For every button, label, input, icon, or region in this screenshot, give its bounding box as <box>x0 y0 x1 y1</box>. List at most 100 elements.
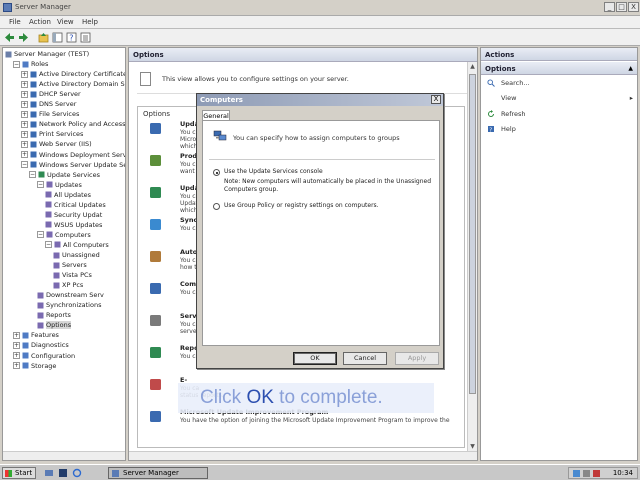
tree-horizontal-scrollbar[interactable] <box>3 451 125 460</box>
server-manager-quicklaunch-icon[interactable] <box>44 468 54 478</box>
tree-item-label: Active Directory Domain Se <box>39 80 126 89</box>
apply-button[interactable]: Apply <box>395 352 439 365</box>
dialog-close-button[interactable]: X <box>431 95 441 104</box>
tree-item[interactable]: Servers <box>53 261 87 271</box>
tree-item[interactable]: − Computers <box>37 231 91 241</box>
properties-icon[interactable] <box>80 32 91 43</box>
tree-item[interactable]: Server Manager (TEST) <box>5 50 89 60</box>
menu-action[interactable]: Action <box>29 18 51 26</box>
menu-file[interactable]: File <box>9 18 21 26</box>
radio-update-services-console-label[interactable]: Use the Update Services console <box>224 168 323 176</box>
expand-icon[interactable]: + <box>13 362 20 370</box>
tree-item[interactable]: Security Updat <box>45 211 102 221</box>
tree-node-icon <box>37 302 44 309</box>
tree-item[interactable]: + Web Server (IIS) <box>21 140 92 150</box>
expand-icon[interactable]: + <box>21 70 28 78</box>
expand-icon[interactable]: + <box>21 110 28 118</box>
expand-icon[interactable]: + <box>21 80 28 88</box>
tree-item[interactable]: + DHCP Server <box>21 90 81 100</box>
network-icon[interactable] <box>573 470 580 477</box>
tree-item[interactable]: Options <box>37 321 72 331</box>
collapse-icon[interactable]: − <box>29 171 36 179</box>
tree-node-icon <box>30 111 37 118</box>
back-arrow-icon[interactable] <box>4 32 15 43</box>
menu-view[interactable]: View <box>57 18 74 26</box>
tree-item[interactable]: + File Services <box>21 110 79 120</box>
tree-item[interactable]: WSUS Updates <box>45 221 102 231</box>
tree-item[interactable]: Unassigned <box>53 251 100 261</box>
tree-item[interactable]: + Features <box>13 331 59 341</box>
horizontal-scrollbar[interactable] <box>129 451 477 460</box>
collapse-arrow-icon[interactable]: ▲ <box>628 65 633 72</box>
scroll-up-icon[interactable]: ▲ <box>469 63 476 71</box>
show-hide-tree-icon[interactable] <box>52 32 63 43</box>
menu-help[interactable]: Help <box>82 18 98 26</box>
collapse-icon[interactable]: − <box>45 241 52 249</box>
internet-explorer-icon[interactable] <box>72 468 82 478</box>
action-refresh[interactable]: Refresh <box>487 110 526 121</box>
tree-item[interactable]: + Active Directory Domain Se <box>21 80 126 90</box>
tree-item[interactable]: Vista PCs <box>53 271 92 281</box>
tree-item[interactable]: + DNS Server <box>21 100 76 110</box>
radio-group-policy[interactable] <box>213 203 220 210</box>
close-button[interactable]: X <box>628 2 639 12</box>
tree-item[interactable]: − Update Services <box>29 171 100 181</box>
tree-item[interactable]: − All Computers <box>45 241 109 251</box>
expand-icon[interactable]: + <box>13 352 20 359</box>
volume-icon[interactable] <box>583 470 590 477</box>
tree-item[interactable]: + Network Policy and Access <box>21 120 125 130</box>
expand-icon[interactable]: + <box>21 100 28 108</box>
expand-icon[interactable]: + <box>21 120 28 128</box>
expand-icon[interactable]: + <box>21 140 28 148</box>
actions-section-options[interactable]: Options ▲ <box>481 62 637 75</box>
tree-item[interactable]: + Storage <box>13 362 56 372</box>
expand-icon[interactable]: + <box>13 331 20 339</box>
cancel-button[interactable]: Cancel <box>343 352 387 365</box>
collapse-icon[interactable]: − <box>13 60 20 68</box>
action-search[interactable]: Search... <box>487 79 530 90</box>
expand-icon[interactable]: + <box>21 90 28 98</box>
tree-node-icon <box>30 131 37 138</box>
security-alert-icon[interactable] <box>593 470 600 477</box>
taskbar-server-manager[interactable]: Server Manager <box>108 467 208 479</box>
tree-item[interactable]: + Windows Deployment Servi <box>21 151 125 161</box>
tree-item[interactable]: Synchronizations <box>37 301 101 311</box>
tree-item[interactable]: − Windows Server Update Se <box>21 161 125 171</box>
tree-item-label: Diagnostics <box>31 341 69 350</box>
radio-group-policy-label[interactable]: Use Group Policy or registry settings on… <box>224 202 379 210</box>
expand-icon[interactable]: + <box>13 341 20 349</box>
tree-item[interactable]: − Updates <box>37 181 82 191</box>
start-button[interactable]: Start <box>2 467 36 479</box>
ok-button[interactable]: OK <box>293 352 337 365</box>
powershell-quicklaunch-icon[interactable] <box>58 468 68 478</box>
tree-item[interactable]: + Configuration <box>13 352 75 362</box>
tree-item[interactable]: + Print Services <box>21 130 83 140</box>
forward-arrow-icon[interactable] <box>18 32 29 43</box>
actions-pane: Actions Options ▲ Search... View ▸ Refre… <box>480 47 638 461</box>
tree-item[interactable]: − Roles <box>13 60 48 70</box>
vertical-scrollbar[interactable]: ▲ ▼ <box>467 62 477 452</box>
tree-item[interactable]: + Diagnostics <box>13 341 69 351</box>
action-view[interactable]: View ▸ <box>487 94 633 105</box>
tree-node-icon <box>30 81 37 88</box>
tree-item[interactable]: XP Pcs <box>53 281 83 291</box>
tree-item[interactable]: + Active Directory Certificate <box>21 70 125 80</box>
scroll-down-icon[interactable]: ▼ <box>469 443 476 451</box>
up-folder-icon[interactable] <box>38 32 49 43</box>
radio-update-services-console[interactable] <box>213 169 220 176</box>
tree-item[interactable]: Critical Updates <box>45 201 106 211</box>
scroll-thumb[interactable] <box>469 74 476 394</box>
tree-item[interactable]: Reports <box>37 311 71 321</box>
minimize-button[interactable]: _ <box>604 2 615 12</box>
collapse-icon[interactable]: − <box>21 161 28 169</box>
dialog-title-bar[interactable]: Computers X <box>197 94 443 106</box>
collapse-icon[interactable]: − <box>37 181 44 189</box>
collapse-icon[interactable]: − <box>37 231 44 239</box>
tree-item[interactable]: All Updates <box>45 191 91 201</box>
expand-icon[interactable]: + <box>21 130 28 138</box>
expand-icon[interactable]: + <box>21 151 28 158</box>
tree-item[interactable]: Downstream Serv <box>37 291 104 301</box>
help-icon[interactable]: ? <box>66 32 77 43</box>
maximize-button[interactable]: □ <box>616 2 627 12</box>
action-help[interactable]: ? Help <box>487 125 516 136</box>
